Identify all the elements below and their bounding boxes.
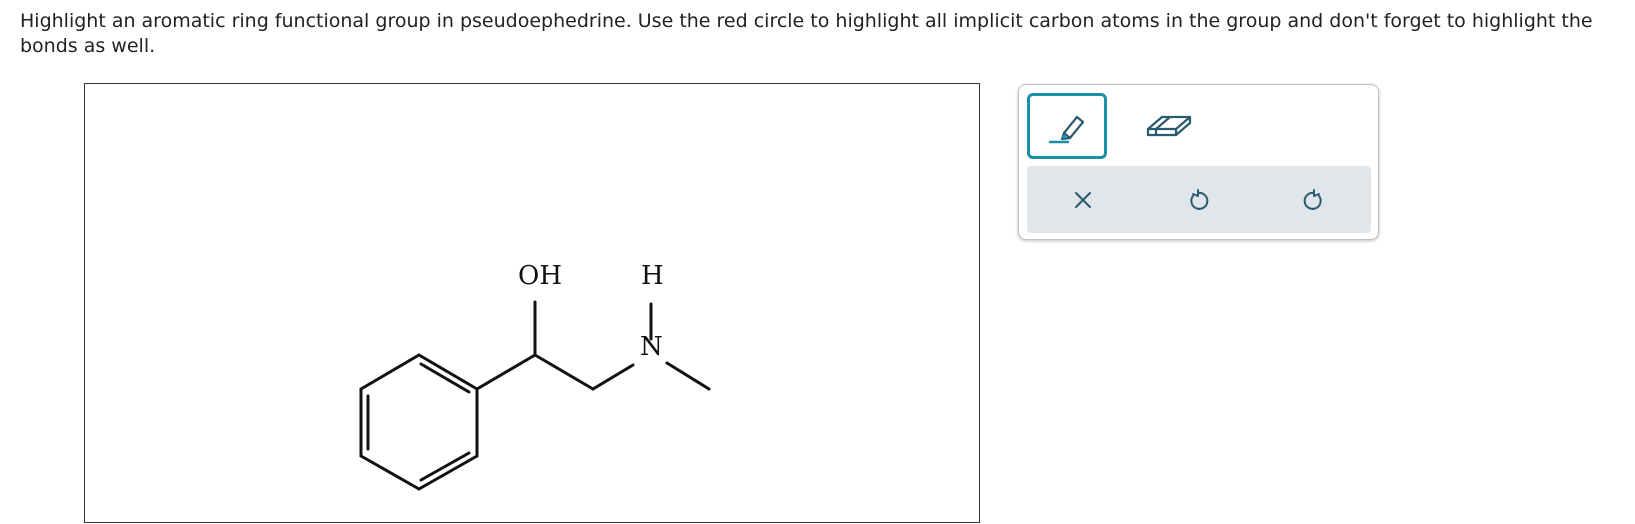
highlighter-tool-button[interactable] <box>1027 93 1107 159</box>
bond-ring-3[interactable] <box>417 454 479 491</box>
bond-c2-to-n[interactable] <box>591 363 635 391</box>
molecule-canvas[interactable]: OH H N <box>84 83 980 523</box>
nitrogen-label: N <box>640 332 663 362</box>
hydroxyl-label: OH <box>518 261 562 291</box>
redo-icon <box>1303 189 1322 210</box>
bond-ring-1[interactable] <box>417 353 479 391</box>
eraser-icon <box>1146 115 1192 137</box>
highlighter-icon <box>1048 115 1085 144</box>
bond-ring-6[interactable] <box>359 353 421 391</box>
undo-icon <box>1190 189 1209 210</box>
amine-hydrogen-label: H <box>641 261 664 291</box>
action-bar <box>1027 166 1371 233</box>
close-icon <box>1075 192 1091 208</box>
redo-button[interactable] <box>1288 174 1340 226</box>
molecule-drawing[interactable]: OH H N <box>85 84 981 524</box>
question-prompt: Highlight an aromatic ring functional gr… <box>20 10 1593 57</box>
bond-ring-double-2[interactable] <box>419 451 471 482</box>
bond-ring-4[interactable] <box>359 454 421 491</box>
clear-button[interactable] <box>1057 174 1109 226</box>
bond-c1-to-c2[interactable] <box>533 353 595 391</box>
eraser-tool-button[interactable] <box>1139 95 1199 155</box>
bond-ring-to-c1[interactable] <box>475 353 537 391</box>
undo-button[interactable] <box>1172 174 1224 226</box>
bond-n-to-methyl[interactable] <box>665 361 711 391</box>
bond-ring-double-1[interactable] <box>419 362 471 394</box>
drawing-toolbar <box>1018 84 1379 240</box>
